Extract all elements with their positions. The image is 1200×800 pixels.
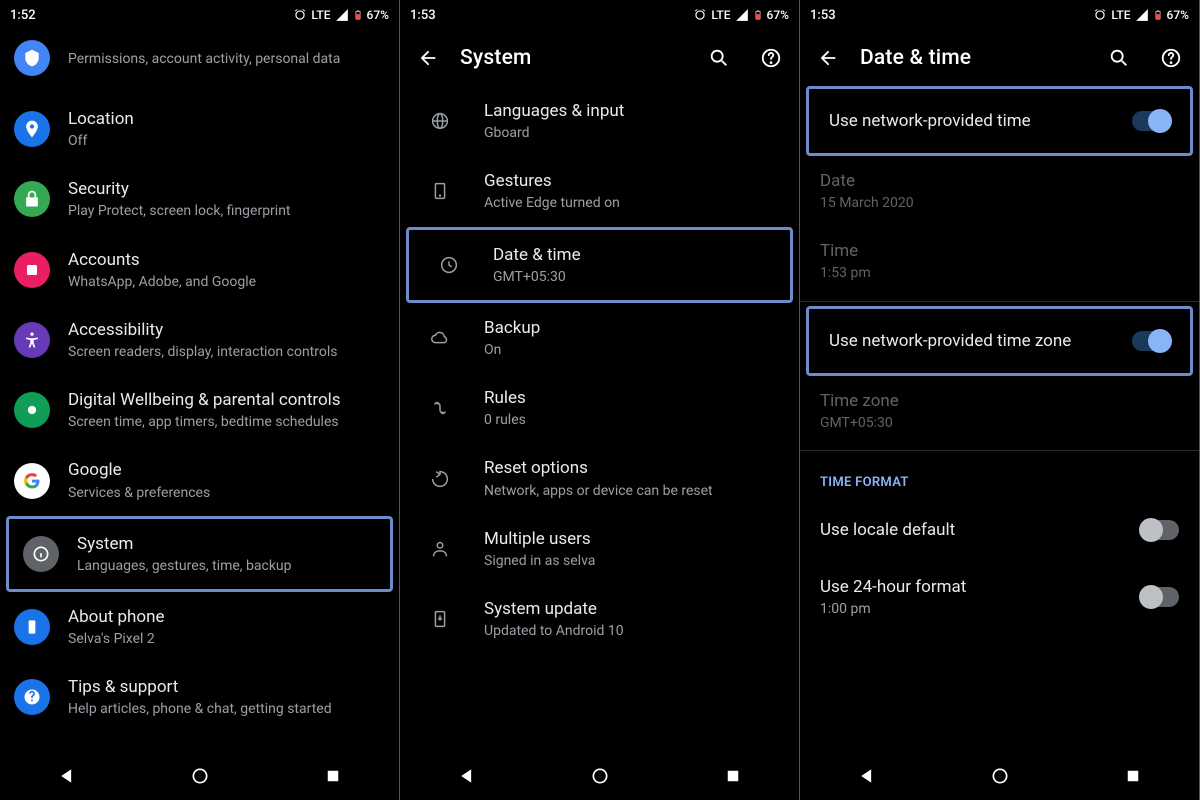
nav-back[interactable]: [453, 762, 481, 790]
nav-back[interactable]: [53, 762, 81, 790]
row-time: Time1:53 pm: [800, 226, 1199, 296]
user-icon: [425, 534, 455, 564]
privacy-icon: [14, 40, 50, 76]
nav-recent[interactable]: [1119, 762, 1147, 790]
back-button[interactable]: [408, 38, 448, 78]
toggle-24-hour[interactable]: [1141, 587, 1179, 607]
nav-home[interactable]: [186, 762, 214, 790]
date-time-screen: 1:53 LTE 67% Date & time Use network-pro…: [800, 0, 1199, 800]
row-update[interactable]: System updateUpdated to Android 10: [400, 584, 799, 654]
battery-percent: 67%: [367, 8, 389, 22]
row-rules[interactable]: Rules0 rules: [400, 373, 799, 443]
network-label: LTE: [311, 8, 330, 22]
alarm-icon: [693, 8, 707, 22]
info-icon: [23, 536, 59, 572]
nav-recent[interactable]: [719, 762, 747, 790]
divider: [800, 301, 1199, 302]
clock-icon: [434, 250, 464, 280]
signal-icon: [735, 8, 749, 22]
row-gestures[interactable]: GesturesActive Edge turned on: [400, 156, 799, 226]
highlight-net-time: Use network-provided time: [806, 86, 1193, 156]
nav-bar: [800, 752, 1199, 800]
row-security[interactable]: SecurityPlay Protect, screen lock, finge…: [0, 164, 399, 234]
row-use-network-time[interactable]: Use network-provided time: [809, 89, 1190, 153]
app-bar: System: [400, 30, 799, 86]
row-use-network-tz[interactable]: Use network-provided time zone: [809, 309, 1190, 373]
reset-icon: [425, 464, 455, 494]
battery-icon: [353, 7, 363, 23]
accounts-icon: [14, 252, 50, 288]
row-accessibility[interactable]: AccessibilityScreen readers, display, in…: [0, 305, 399, 375]
toggle-network-time[interactable]: [1132, 111, 1170, 131]
battery-icon: [753, 7, 763, 23]
nav-home[interactable]: [586, 762, 614, 790]
highlight-date-time: Date & timeGMT+05:30: [406, 227, 793, 303]
search-button[interactable]: [1099, 38, 1139, 78]
highlight-net-tz: Use network-provided time zone: [806, 306, 1193, 376]
settings-list[interactable]: Permissions, account activity, personal …: [0, 30, 399, 752]
nav-bar: [0, 752, 399, 800]
phone-icon: [14, 609, 50, 645]
search-button[interactable]: [699, 38, 739, 78]
alarm-icon: [1093, 8, 1107, 22]
row-backup[interactable]: BackupOn: [400, 303, 799, 373]
status-bar: 1:52 LTE 67%: [0, 0, 399, 30]
nav-recent[interactable]: [319, 762, 347, 790]
status-clock: 1:53: [410, 8, 693, 23]
help-button[interactable]: [1151, 38, 1191, 78]
battery-icon: [1153, 7, 1163, 23]
divider: [800, 450, 1199, 451]
signal-icon: [335, 8, 349, 22]
status-clock: 1:53: [810, 8, 1093, 23]
row-users[interactable]: Multiple usersSigned in as selva: [400, 514, 799, 584]
row-languages[interactable]: Languages & inputGboard: [400, 86, 799, 156]
toggle-network-tz[interactable]: [1132, 331, 1170, 351]
row-reset[interactable]: Reset optionsNetwork, apps or device can…: [400, 443, 799, 513]
system-list[interactable]: Languages & inputGboard GesturesActive E…: [400, 86, 799, 752]
help-icon: [14, 679, 50, 715]
row-accounts[interactable]: AccountsWhatsApp, Adobe, and Google: [0, 235, 399, 305]
nav-back[interactable]: [853, 762, 881, 790]
update-icon: [425, 604, 455, 634]
app-bar: Date & time: [800, 30, 1199, 86]
toggle-locale-default[interactable]: [1141, 520, 1179, 540]
signal-icon: [1135, 8, 1149, 22]
globe-icon: [425, 106, 455, 136]
help-button[interactable]: [751, 38, 791, 78]
date-time-list[interactable]: Use network-provided time Date15 March 2…: [800, 86, 1199, 752]
row-24-hour[interactable]: Use 24-hour format1:00 pm: [800, 562, 1199, 632]
accessibility-icon: [14, 322, 50, 358]
google-icon: [14, 463, 50, 499]
cloud-icon: [425, 323, 455, 353]
row-google[interactable]: GoogleServices & preferences: [0, 445, 399, 515]
alarm-icon: [293, 8, 307, 22]
row-date: Date15 March 2020: [800, 156, 1199, 226]
status-clock: 1:52: [10, 8, 293, 23]
row-locale-default[interactable]: Use locale default: [800, 498, 1199, 562]
row-about-phone[interactable]: About phoneSelva's Pixel 2: [0, 592, 399, 662]
row-privacy[interactable]: Permissions, account activity, personal …: [0, 30, 399, 94]
row-date-time[interactable]: Date & timeGMT+05:30: [409, 230, 790, 300]
wellbeing-icon: [14, 392, 50, 428]
page-title: System: [460, 46, 687, 70]
section-time-format: TIME FORMAT: [800, 455, 1199, 498]
row-timezone: Time zoneGMT+05:30: [800, 376, 1199, 446]
page-title: Date & time: [860, 46, 1087, 70]
nav-home[interactable]: [986, 762, 1014, 790]
highlight-system: SystemLanguages, gestures, time, backup: [6, 516, 393, 592]
row-tips[interactable]: Tips & supportHelp articles, phone & cha…: [0, 662, 399, 732]
row-system[interactable]: SystemLanguages, gestures, time, backup: [9, 519, 390, 589]
row-location[interactable]: LocationOff: [0, 94, 399, 164]
location-icon: [14, 111, 50, 147]
system-screen: 1:53 LTE 67% System Languages & inputGbo…: [400, 0, 799, 800]
settings-main-screen: 1:52 LTE 67% Permissions, account activi…: [0, 0, 399, 800]
gestures-icon: [425, 176, 455, 206]
row-wellbeing[interactable]: Digital Wellbeing & parental controlsScr…: [0, 375, 399, 445]
status-bar: 1:53 LTE 67%: [800, 0, 1199, 30]
status-bar: 1:53 LTE 67%: [400, 0, 799, 30]
rules-icon: [425, 393, 455, 423]
back-button[interactable]: [808, 38, 848, 78]
nav-bar: [400, 752, 799, 800]
lock-icon: [14, 181, 50, 217]
